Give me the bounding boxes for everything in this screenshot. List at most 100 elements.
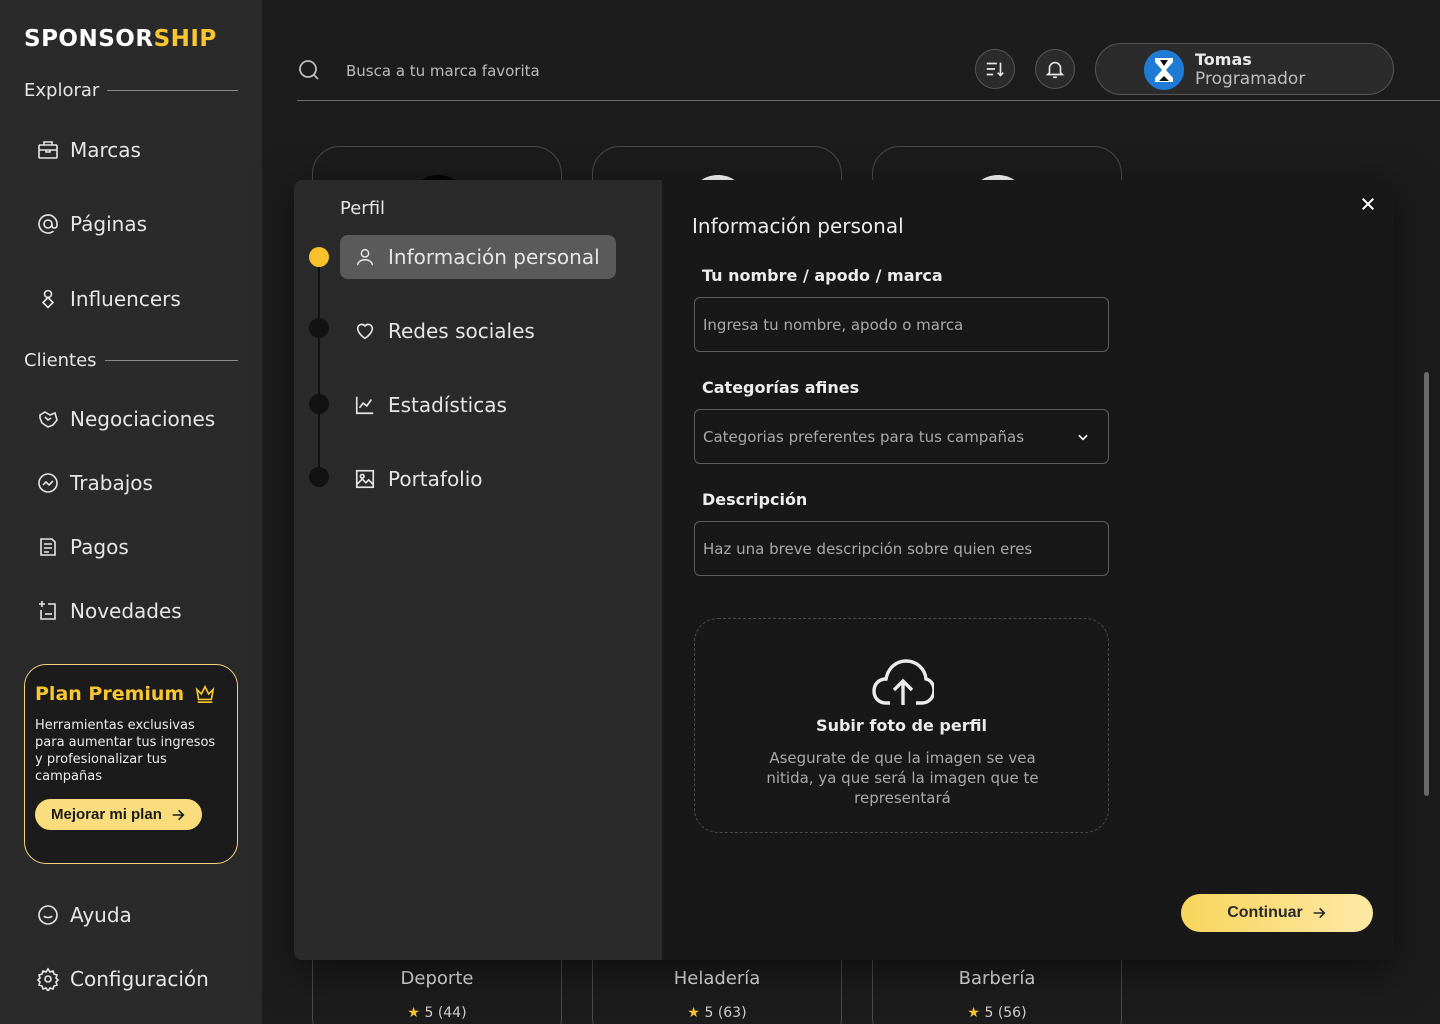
sidebar-item-pagos[interactable]: Pagos xyxy=(36,535,129,559)
chart-line-icon xyxy=(355,396,374,415)
sidebar-item-label: Configuración xyxy=(70,967,209,991)
sidebar-item-negociaciones[interactable]: Negociaciones xyxy=(36,407,215,431)
step-indicator xyxy=(309,394,329,414)
star-icon: ★ xyxy=(407,1005,420,1021)
clients-heading-label: Clientes xyxy=(24,350,97,371)
form-panel: Información personal Tu nombre / apodo /… xyxy=(662,180,1394,960)
search-input[interactable] xyxy=(346,56,946,86)
trending-icon xyxy=(38,473,58,493)
influencer-icon xyxy=(41,289,55,309)
arrow-right-icon xyxy=(1313,907,1326,919)
divider xyxy=(104,360,238,361)
heart-icon xyxy=(356,323,374,340)
briefcase-icon xyxy=(38,141,58,159)
profile-photo-upload[interactable]: Subir foto de perfil Asegurate de que la… xyxy=(694,618,1109,833)
sort-button[interactable] xyxy=(975,49,1015,89)
sidebar-item-label: Páginas xyxy=(70,212,148,236)
rating-count: (44) xyxy=(437,1005,467,1021)
premium-title: Plan Premium xyxy=(35,683,227,705)
divider xyxy=(107,90,238,91)
avatar-image xyxy=(1144,50,1184,90)
step-portafolio[interactable]: Portafolio xyxy=(340,457,499,501)
brand-rating: ★ 5 (63) xyxy=(593,1005,841,1021)
brand-category: Barbería xyxy=(958,968,1036,989)
sidebar-item-marcas[interactable]: Marcas xyxy=(36,138,141,162)
sidebar-item-configuracion[interactable]: Configuración xyxy=(36,967,209,991)
categories-label: Categorías afines xyxy=(702,378,860,397)
explore-heading: Explorar xyxy=(24,80,238,101)
continue-label: Continuar xyxy=(1227,904,1303,921)
upload-description: Asegurate de que la imagen se vea nitida… xyxy=(766,749,1039,807)
sidebar-item-label: Novedades xyxy=(70,599,182,623)
profile-setup-modal: Perfil Información personal Redes social… xyxy=(294,180,1394,960)
sidebar-item-trabajos[interactable]: Trabajos xyxy=(36,471,153,495)
image-icon xyxy=(355,469,375,489)
user-profile-menu[interactable]: Tomas Programador xyxy=(1095,43,1394,95)
description-input[interactable] xyxy=(694,521,1109,576)
user-icon xyxy=(356,248,374,266)
rating-count: (63) xyxy=(717,1005,747,1021)
upgrade-plan-label: Mejorar mi plan xyxy=(51,806,162,823)
description-label: Descripción xyxy=(702,490,808,509)
star-icon: ★ xyxy=(967,1005,980,1021)
chevron-down-icon xyxy=(1078,434,1088,441)
notifications-button[interactable] xyxy=(1035,49,1075,89)
gear-icon xyxy=(36,967,60,991)
step-estadisticas[interactable]: Estadísticas xyxy=(340,383,523,427)
premium-description: Herramientas exclusivas para aumentar tu… xyxy=(35,718,216,784)
upgrade-plan-button[interactable]: Mejorar mi plan xyxy=(35,799,202,830)
rating-value: 5 xyxy=(424,1005,434,1021)
sidebar-item-label: Marcas xyxy=(70,138,141,162)
step-informacion-personal[interactable]: Información personal xyxy=(340,235,616,279)
steps-panel: Perfil Información personal Redes social… xyxy=(294,180,662,960)
step-label: Portafolio xyxy=(388,467,483,491)
step-indicator xyxy=(309,318,329,338)
logo-accent-text: SHIP xyxy=(153,26,217,52)
sidebar-item-label: Pagos xyxy=(70,535,129,559)
step-indicator xyxy=(309,467,329,487)
sidebar-item-label: Negociaciones xyxy=(70,407,216,431)
clients-heading: Clientes xyxy=(24,350,238,371)
steps-title: Perfil xyxy=(340,198,386,219)
arrow-right-icon xyxy=(172,809,185,820)
sidebar-item-novedades[interactable]: Novedades xyxy=(36,599,182,623)
cloud-upload-icon xyxy=(872,659,934,705)
upload-title: Subir foto de perfil xyxy=(816,716,987,735)
brand-category: Deporte xyxy=(400,968,474,989)
sidebar-item-label: Influencers xyxy=(70,287,181,311)
close-icon xyxy=(1361,197,1375,211)
sidebar-item-label: Trabajos xyxy=(70,471,153,495)
step-redes-sociales[interactable]: Redes sociales xyxy=(340,309,551,353)
close-button[interactable] xyxy=(1356,192,1380,216)
step-indicator-active xyxy=(309,247,329,267)
rating-value: 5 xyxy=(984,1005,994,1021)
search-icon xyxy=(299,60,319,80)
app-logo[interactable]: SPONSORSHIP xyxy=(24,26,217,52)
brand-rating: ★ 5 (44) xyxy=(313,1005,561,1021)
step-label: Redes sociales xyxy=(388,319,535,343)
name-input[interactable] xyxy=(694,297,1109,352)
payments-icon xyxy=(40,538,56,556)
bell-icon xyxy=(1045,61,1065,79)
logo-main-text: SPONSOR xyxy=(24,26,154,52)
sidebar-item-paginas[interactable]: Páginas xyxy=(36,212,147,236)
sidebar-item-influencers[interactable]: Influencers xyxy=(36,287,181,311)
premium-title-label: Plan Premium xyxy=(35,683,185,705)
explore-heading-label: Explorar xyxy=(24,80,100,101)
crown-icon xyxy=(195,684,215,703)
step-label: Estadísticas xyxy=(388,393,507,417)
help-chat-icon xyxy=(38,905,58,925)
brand-rating: ★ 5 (56) xyxy=(873,1005,1121,1021)
sidebar-item-ayuda[interactable]: Ayuda xyxy=(36,903,132,927)
form-title: Información personal xyxy=(692,214,904,238)
avatar xyxy=(1144,50,1184,90)
at-sign-icon xyxy=(38,214,58,234)
categories-placeholder: Categorias preferentes para tus campañas xyxy=(703,427,1025,446)
scrollbar[interactable] xyxy=(1424,372,1429,796)
step-label: Información personal xyxy=(388,245,600,269)
rating-count: (56) xyxy=(997,1005,1027,1021)
sort-icon xyxy=(986,62,1004,77)
categories-select[interactable]: Categorias preferentes para tus campañas xyxy=(694,409,1109,464)
continue-button[interactable]: Continuar xyxy=(1181,894,1373,932)
handshake-icon xyxy=(39,411,58,428)
